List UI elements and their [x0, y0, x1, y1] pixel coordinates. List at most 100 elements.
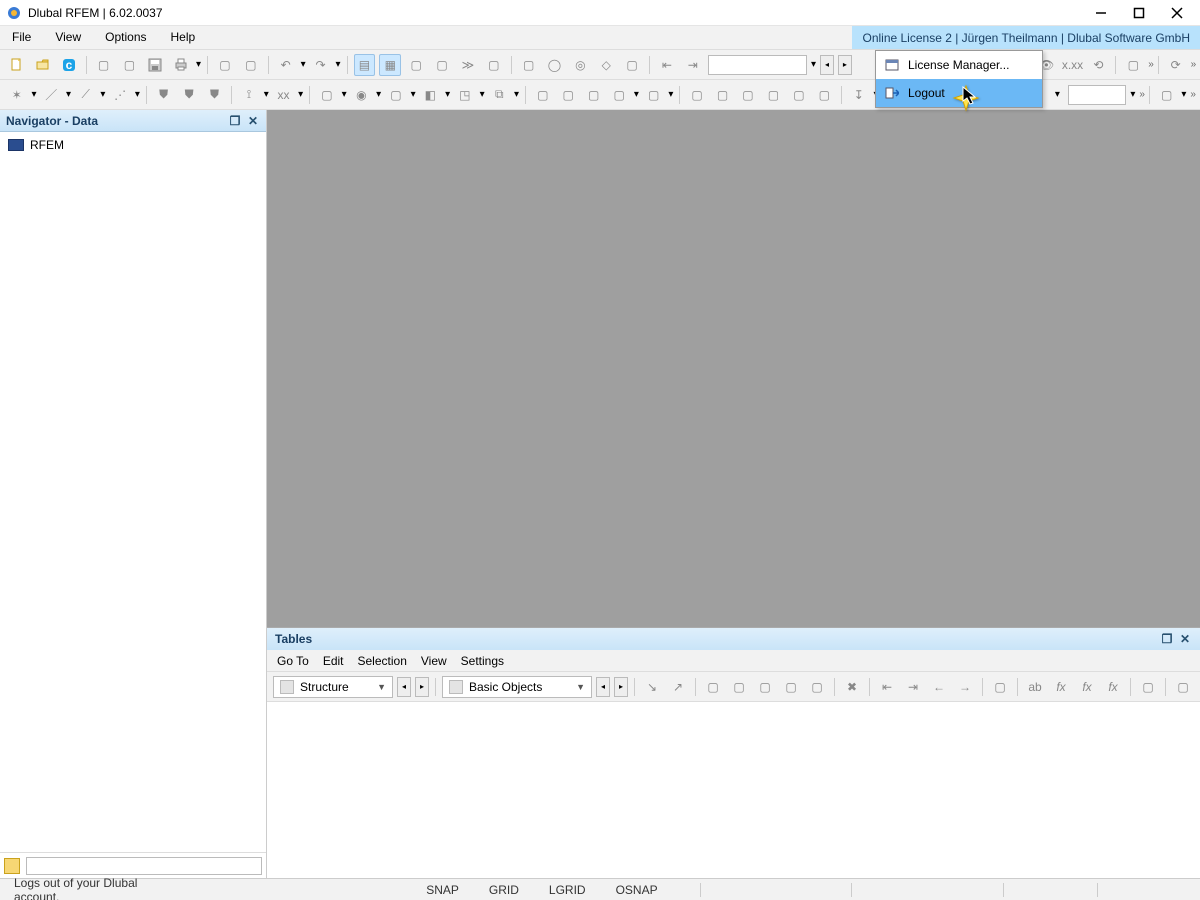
panel-close-icon[interactable]: ✕: [1178, 632, 1192, 646]
tool-icon[interactable]: ▢: [583, 84, 604, 106]
tool-icon[interactable]: ▢: [405, 54, 427, 76]
panel-restore-icon[interactable]: ❐: [1160, 632, 1174, 646]
tool-icon[interactable]: ▢: [1156, 84, 1177, 106]
tables-menu-settings[interactable]: Settings: [461, 654, 504, 668]
tables-next2-button[interactable]: ▸: [614, 677, 628, 697]
toolbar-overflow-icon[interactable]: »: [1191, 59, 1195, 70]
tool-icon[interactable]: ▢: [702, 676, 724, 698]
tool-icon[interactable]: ⇤: [876, 676, 898, 698]
toolbar-overflow-icon[interactable]: »: [1139, 89, 1143, 100]
tables-menu-goto[interactable]: Go To: [277, 654, 309, 668]
menu-license-manager[interactable]: License Manager...: [876, 51, 1042, 79]
tool-icon[interactable]: ▢: [431, 54, 453, 76]
tables-next-button[interactable]: ▸: [415, 677, 429, 697]
tool-icon[interactable]: ←: [928, 676, 950, 698]
status-snap[interactable]: SNAP: [420, 883, 465, 897]
tool-icon[interactable]: ▢: [118, 54, 140, 76]
tool-icon[interactable]: ⟲: [1087, 54, 1109, 76]
chevron-down-icon[interactable]: ▾: [301, 59, 306, 70]
chevron-down-icon[interactable]: ▾: [811, 59, 816, 70]
tool-icon[interactable]: ▢: [712, 84, 733, 106]
close-button[interactable]: [1170, 6, 1184, 20]
tool-icon[interactable]: ▢: [788, 84, 809, 106]
tool-icon[interactable]: ↧: [848, 84, 869, 106]
tool-icon[interactable]: ▢: [780, 676, 802, 698]
tool-icon[interactable]: ab: [1024, 676, 1046, 698]
panel-toggle-1-icon[interactable]: ▤: [354, 54, 376, 76]
tool-icon[interactable]: xx: [273, 84, 294, 106]
fx-icon[interactable]: fx: [1102, 676, 1124, 698]
chevron-down-icon[interactable]: ▾: [196, 59, 201, 70]
note-icon[interactable]: [4, 858, 20, 874]
tool-icon[interactable]: ▢: [316, 84, 337, 106]
tool-icon[interactable]: ◉: [351, 84, 372, 106]
tool-icon[interactable]: ⋰: [109, 84, 130, 106]
navigator-search-input[interactable]: [26, 857, 262, 875]
tables-prev-button[interactable]: ◂: [397, 677, 411, 697]
tool-icon[interactable]: ▢: [214, 54, 236, 76]
nav-prev-button[interactable]: ◂: [820, 55, 834, 75]
tool-icon[interactable]: ▢: [737, 84, 758, 106]
tool-icon[interactable]: ◳: [454, 84, 475, 106]
print-icon[interactable]: [170, 54, 192, 76]
license-info[interactable]: Online License 2 | Jürgen Theilmann | Dl…: [852, 26, 1200, 49]
canvas-area[interactable]: [267, 110, 1200, 627]
undo-icon[interactable]: ↶: [275, 54, 297, 76]
tree-root[interactable]: RFEM: [4, 136, 262, 154]
tables-menu-edit[interactable]: Edit: [323, 654, 344, 668]
new-icon[interactable]: [6, 54, 28, 76]
tool-icon[interactable]: ▢: [385, 84, 406, 106]
tool-icon[interactable]: ◇: [595, 54, 617, 76]
tool-icon[interactable]: ▢: [989, 676, 1011, 698]
toolbar-combo-2[interactable]: [1068, 85, 1126, 105]
tool-icon[interactable]: ▢: [558, 84, 579, 106]
open-icon[interactable]: [32, 54, 54, 76]
status-lgrid[interactable]: LGRID: [543, 883, 592, 897]
tool-icon[interactable]: ⇤: [656, 54, 678, 76]
toolbar-overflow-icon[interactable]: »: [1148, 59, 1152, 70]
maximize-button[interactable]: [1132, 6, 1146, 20]
panel-close-icon[interactable]: ✕: [246, 114, 260, 128]
chevron-down-icon[interactable]: ▾: [336, 59, 341, 70]
tool-icon[interactable]: ⧉: [489, 84, 510, 106]
save-icon[interactable]: [144, 54, 166, 76]
tool-icon[interactable]: ◯: [544, 54, 566, 76]
menu-help[interactable]: Help: [159, 26, 208, 49]
tool-icon[interactable]: ◧: [420, 84, 441, 106]
tool-icon[interactable]: ／: [40, 84, 61, 106]
tool-icon[interactable]: ▢: [1122, 54, 1144, 76]
toolbar-overflow-icon[interactable]: »: [1190, 89, 1194, 100]
tool-icon[interactable]: ▢: [763, 84, 784, 106]
menu-file[interactable]: File: [0, 26, 43, 49]
tool-icon[interactable]: ▢: [483, 54, 505, 76]
navigator-tree[interactable]: RFEM: [0, 132, 266, 852]
tables-menu-view[interactable]: View: [421, 654, 447, 668]
tool-icon[interactable]: ▢: [814, 84, 835, 106]
tool-icon[interactable]: ▢: [532, 84, 553, 106]
tool-icon[interactable]: ▢: [643, 84, 664, 106]
tables-combo-objects[interactable]: Basic Objects ▼: [442, 676, 592, 698]
tool-icon[interactable]: ▢: [608, 84, 629, 106]
tool-icon[interactable]: ▢: [93, 54, 115, 76]
tool-icon[interactable]: ▢: [686, 84, 707, 106]
script-icon[interactable]: ≫: [457, 54, 479, 76]
tool-icon[interactable]: ↘: [641, 676, 663, 698]
fx-icon[interactable]: fx: [1050, 676, 1072, 698]
fx-icon[interactable]: fx: [1076, 676, 1098, 698]
cloud-icon[interactable]: c: [58, 54, 80, 76]
toolbar-combo[interactable]: [708, 55, 807, 75]
tool-icon[interactable]: ⇥: [902, 676, 924, 698]
tables-combo-structure[interactable]: Structure ▼: [273, 676, 393, 698]
tool-icon[interactable]: ▢: [621, 54, 643, 76]
menu-logout[interactable]: Logout: [876, 79, 1042, 107]
tool-icon[interactable]: ⛊: [204, 84, 225, 106]
tables-content[interactable]: [267, 702, 1200, 878]
tables-menu-selection[interactable]: Selection: [358, 654, 407, 668]
menu-options[interactable]: Options: [93, 26, 158, 49]
tool-icon[interactable]: x.xx: [1061, 54, 1083, 76]
status-osnap[interactable]: OSNAP: [610, 883, 664, 897]
tool-icon[interactable]: ▢: [754, 676, 776, 698]
tool-icon[interactable]: ▢: [728, 676, 750, 698]
tool-icon[interactable]: ▢: [806, 676, 828, 698]
tool-icon[interactable]: ▢: [240, 54, 262, 76]
